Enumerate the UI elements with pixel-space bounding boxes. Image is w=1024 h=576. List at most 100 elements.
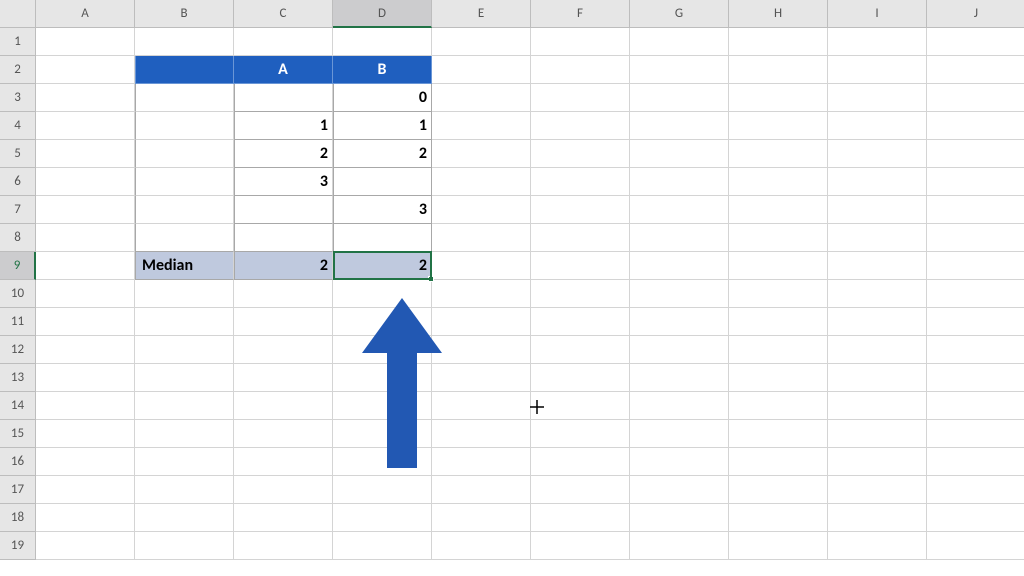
median-b-cell[interactable]: 2: [333, 252, 432, 280]
cell-D12[interactable]: [333, 336, 432, 364]
cell-H4[interactable]: [729, 112, 828, 140]
cell-H12[interactable]: [729, 336, 828, 364]
cell-E8[interactable]: [432, 224, 531, 252]
cell-G17[interactable]: [630, 476, 729, 504]
cell-I14[interactable]: [828, 392, 927, 420]
cell-G2[interactable]: [630, 56, 729, 84]
col-header-J[interactable]: J: [927, 0, 1024, 28]
cell-A9[interactable]: [36, 252, 135, 280]
cell-E3[interactable]: [432, 84, 531, 112]
cell-B17[interactable]: [135, 476, 234, 504]
cell-B4[interactable]: [135, 112, 234, 140]
cell-G6[interactable]: [630, 168, 729, 196]
cell-A16[interactable]: [36, 448, 135, 476]
cell-G13[interactable]: [630, 364, 729, 392]
cell-D3[interactable]: 0: [333, 84, 432, 112]
row-header-16[interactable]: 16: [0, 448, 36, 476]
cell-D5[interactable]: 2: [333, 140, 432, 168]
cell-G8[interactable]: [630, 224, 729, 252]
table-header-B[interactable]: B: [333, 56, 432, 84]
cell-D19[interactable]: [333, 532, 432, 560]
cell-B19[interactable]: [135, 532, 234, 560]
cell-B11[interactable]: [135, 308, 234, 336]
cell-J19[interactable]: [927, 532, 1024, 560]
cell-B8[interactable]: [135, 224, 234, 252]
cell-B12[interactable]: [135, 336, 234, 364]
cell-F17[interactable]: [531, 476, 630, 504]
cell-C13[interactable]: [234, 364, 333, 392]
cell-J15[interactable]: [927, 420, 1024, 448]
cell-C5[interactable]: 2: [234, 140, 333, 168]
cell-J1[interactable]: [927, 28, 1024, 56]
cell-E12[interactable]: [432, 336, 531, 364]
cell-E7[interactable]: [432, 196, 531, 224]
cell-G10[interactable]: [630, 280, 729, 308]
select-all-corner[interactable]: [0, 0, 36, 28]
row-header-3[interactable]: 3: [0, 84, 36, 112]
cell-G11[interactable]: [630, 308, 729, 336]
cell-A14[interactable]: [36, 392, 135, 420]
cell-H9[interactable]: [729, 252, 828, 280]
cell-E11[interactable]: [432, 308, 531, 336]
cell-I7[interactable]: [828, 196, 927, 224]
cell-D8[interactable]: [333, 224, 432, 252]
cell-H14[interactable]: [729, 392, 828, 420]
cell-D7[interactable]: 3: [333, 196, 432, 224]
cell-J10[interactable]: [927, 280, 1024, 308]
cell-G9[interactable]: [630, 252, 729, 280]
cell-F11[interactable]: [531, 308, 630, 336]
median-a-cell[interactable]: 2: [234, 252, 333, 280]
cell-F16[interactable]: [531, 448, 630, 476]
cell-G14[interactable]: [630, 392, 729, 420]
cell-J9[interactable]: [927, 252, 1024, 280]
cell-E10[interactable]: [432, 280, 531, 308]
col-header-A[interactable]: A: [36, 0, 135, 28]
cell-A19[interactable]: [36, 532, 135, 560]
cell-E6[interactable]: [432, 168, 531, 196]
cell-I17[interactable]: [828, 476, 927, 504]
cell-G3[interactable]: [630, 84, 729, 112]
cell-G7[interactable]: [630, 196, 729, 224]
cell-B15[interactable]: [135, 420, 234, 448]
spreadsheet-grid[interactable]: A B C D E F G H I J 1 2 A B 3 0 4 1 1: [0, 0, 1024, 560]
cell-C8[interactable]: [234, 224, 333, 252]
col-header-H[interactable]: H: [729, 0, 828, 28]
cell-I12[interactable]: [828, 336, 927, 364]
row-header-1[interactable]: 1: [0, 28, 36, 56]
cell-A8[interactable]: [36, 224, 135, 252]
cell-I16[interactable]: [828, 448, 927, 476]
cell-B13[interactable]: [135, 364, 234, 392]
cell-J8[interactable]: [927, 224, 1024, 252]
cell-J14[interactable]: [927, 392, 1024, 420]
cell-A13[interactable]: [36, 364, 135, 392]
row-header-10[interactable]: 10: [0, 280, 36, 308]
row-header-9[interactable]: 9: [0, 252, 36, 280]
cell-A11[interactable]: [36, 308, 135, 336]
cell-I4[interactable]: [828, 112, 927, 140]
cell-D13[interactable]: [333, 364, 432, 392]
cell-F9[interactable]: [531, 252, 630, 280]
cell-A4[interactable]: [36, 112, 135, 140]
row-header-19[interactable]: 19: [0, 532, 36, 560]
cell-C12[interactable]: [234, 336, 333, 364]
cell-F5[interactable]: [531, 140, 630, 168]
cell-C7[interactable]: [234, 196, 333, 224]
row-header-7[interactable]: 7: [0, 196, 36, 224]
cell-H2[interactable]: [729, 56, 828, 84]
cell-J18[interactable]: [927, 504, 1024, 532]
cell-A18[interactable]: [36, 504, 135, 532]
cell-H8[interactable]: [729, 224, 828, 252]
cell-F13[interactable]: [531, 364, 630, 392]
cell-D1[interactable]: [333, 28, 432, 56]
cell-J17[interactable]: [927, 476, 1024, 504]
cell-C11[interactable]: [234, 308, 333, 336]
cell-B7[interactable]: [135, 196, 234, 224]
col-header-I[interactable]: I: [828, 0, 927, 28]
fill-handle[interactable]: [428, 276, 434, 282]
cell-F15[interactable]: [531, 420, 630, 448]
cell-J11[interactable]: [927, 308, 1024, 336]
cell-E13[interactable]: [432, 364, 531, 392]
cell-J12[interactable]: [927, 336, 1024, 364]
cell-E14[interactable]: [432, 392, 531, 420]
cell-H7[interactable]: [729, 196, 828, 224]
